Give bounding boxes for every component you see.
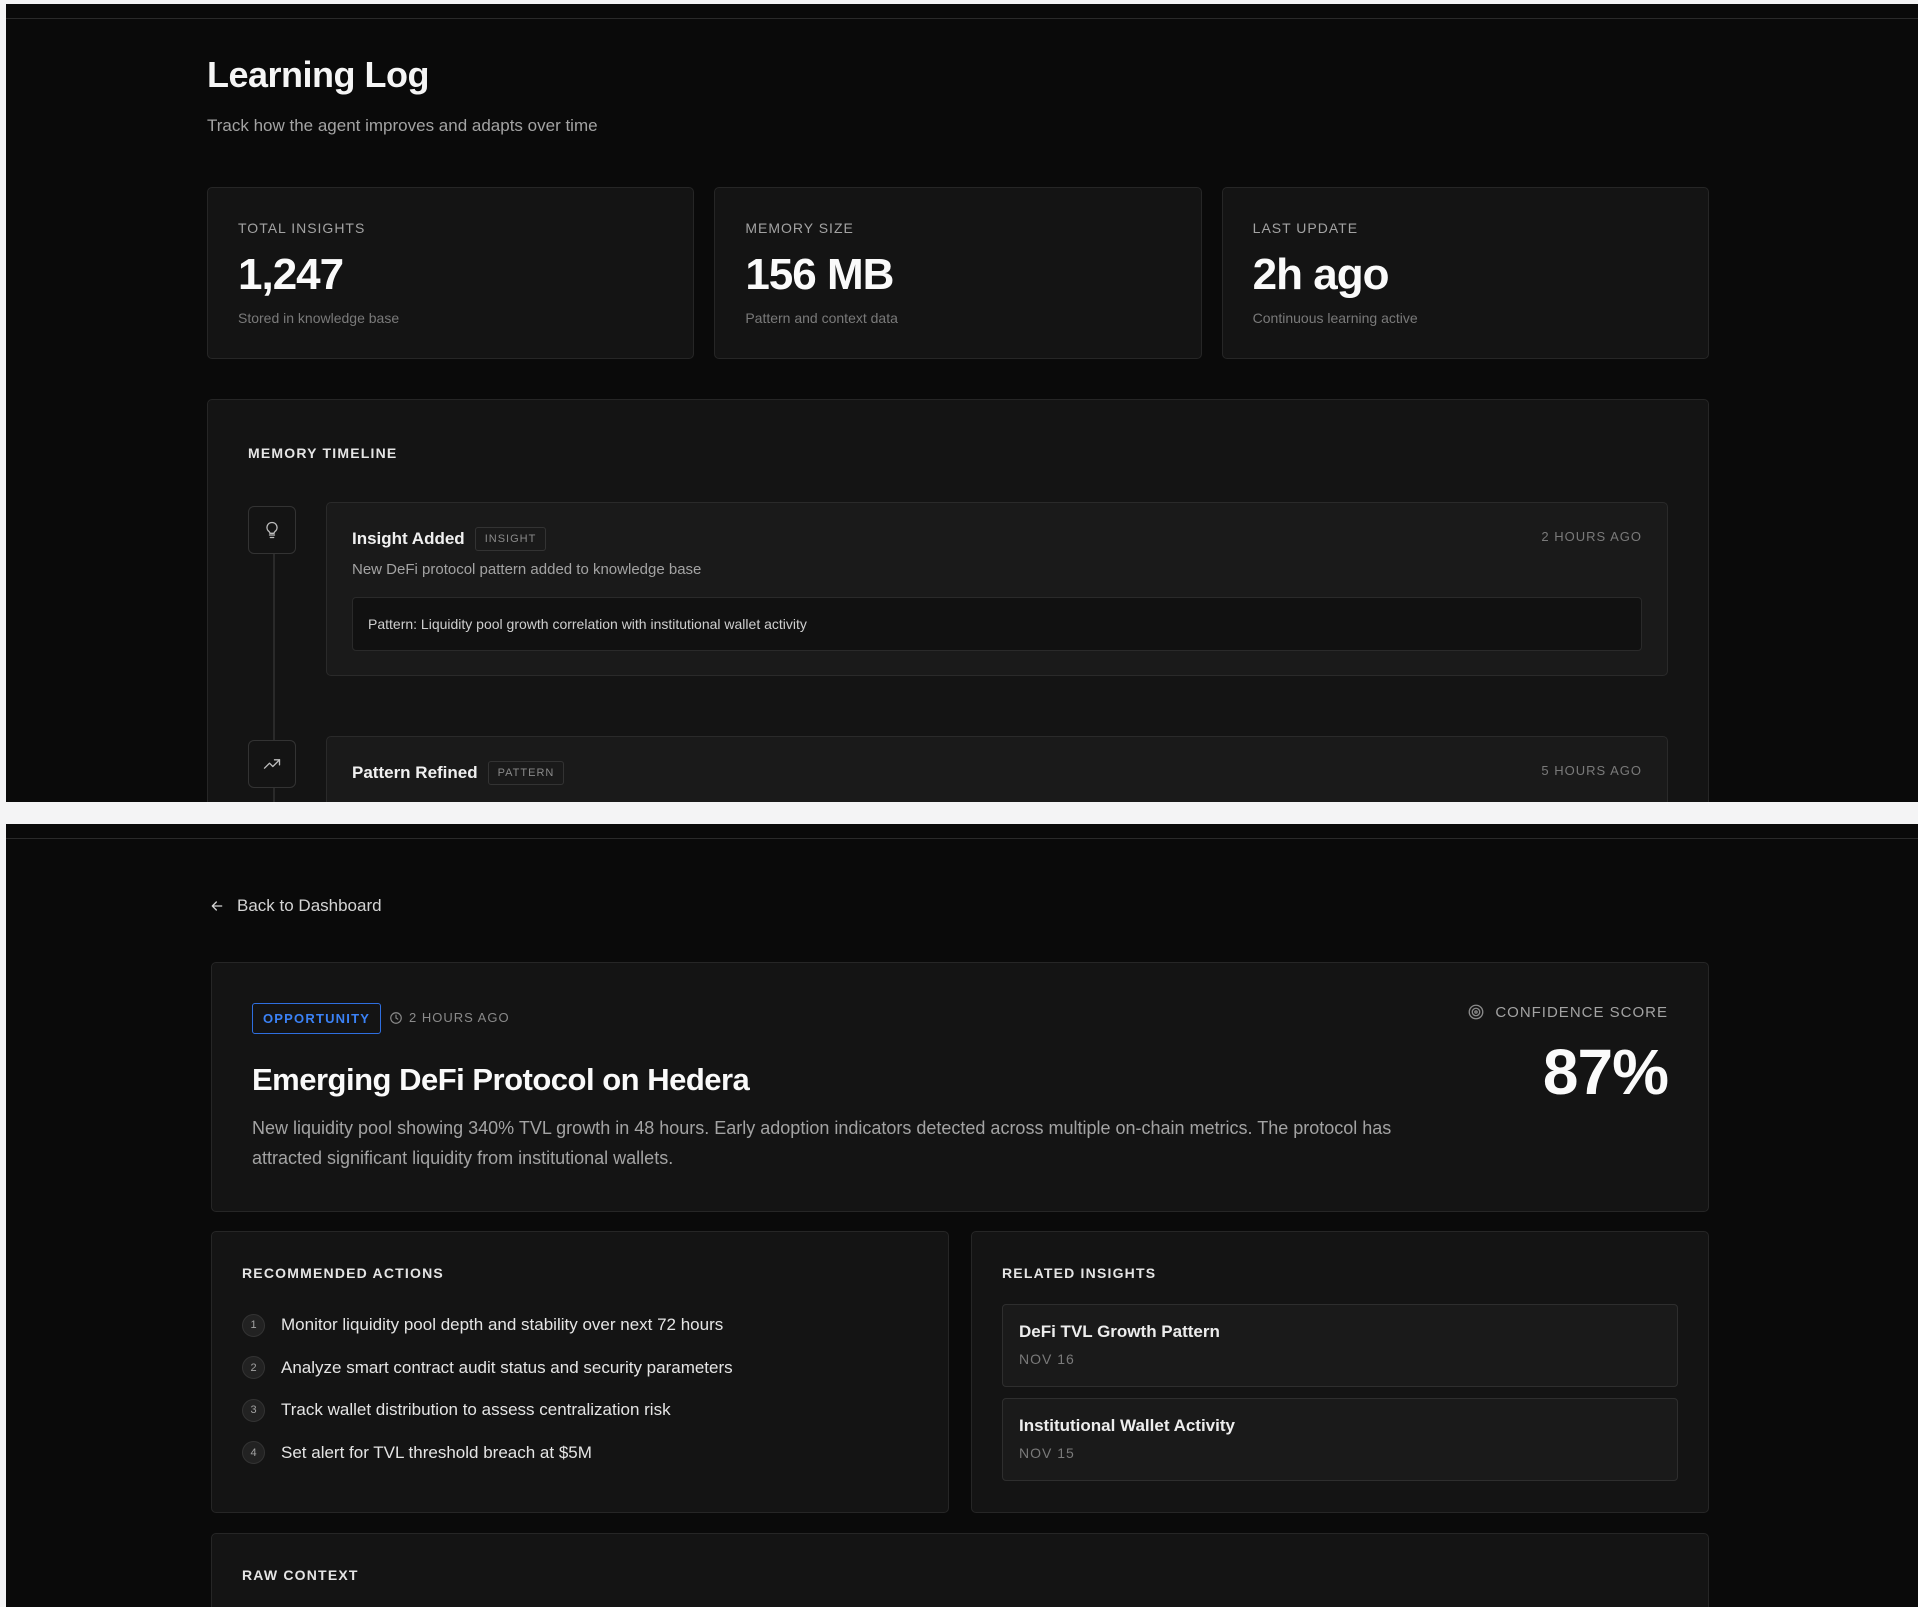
related-insight-title: Institutional Wallet Activity bbox=[1019, 1416, 1235, 1435]
clock-icon bbox=[390, 1011, 402, 1024]
step-number: 1 bbox=[242, 1313, 265, 1337]
stat-card-last-update: Last Update 2h ago Continuous learning a… bbox=[1221, 187, 1709, 359]
timeline-entry-title: Pattern Refined bbox=[352, 763, 478, 782]
stat-label: Memory Size bbox=[745, 220, 854, 236]
section-label-raw-context: Raw Context bbox=[242, 1567, 359, 1583]
list-item: 4 Set alert for TVL threshold breach at … bbox=[242, 1432, 918, 1475]
related-insights-card: Related Insights DeFi TVL Growth Pattern… bbox=[971, 1231, 1709, 1513]
timeline-entry-title: Insight Added bbox=[352, 529, 465, 548]
timeline-entry-description: New DeFi protocol pattern added to knowl… bbox=[352, 561, 702, 578]
timeline-entry-header: Insight Added Insight bbox=[352, 527, 547, 551]
section-label-memory-timeline: Memory Timeline bbox=[248, 445, 398, 461]
recommended-actions-list: 1 Monitor liquidity pool depth and stabi… bbox=[242, 1304, 918, 1474]
timeline-entry-tag: Insight bbox=[474, 527, 547, 551]
stat-caption: Stored in knowledge base bbox=[238, 310, 400, 326]
insight-time-text: 2 hours ago bbox=[409, 1010, 510, 1025]
action-text: Analyze smart contract audit status and … bbox=[281, 1357, 733, 1377]
stat-value: 1,247 bbox=[238, 250, 344, 299]
back-to-dashboard-link[interactable]: Back to Dashboard bbox=[209, 896, 382, 916]
action-text: Set alert for TVL threshold breach at $5… bbox=[281, 1442, 592, 1462]
stat-label: Total Insights bbox=[238, 220, 366, 236]
stat-value: 2h ago bbox=[1252, 250, 1390, 299]
timeline-entry-detail: Pattern: Liquidity pool growth correlati… bbox=[352, 597, 1642, 651]
list-item: 1 Monitor liquidity pool depth and stabi… bbox=[242, 1304, 918, 1347]
stat-caption: Continuous learning active bbox=[1252, 310, 1418, 326]
page-subtitle: Track how the agent improves and adapts … bbox=[207, 116, 598, 135]
timeline-entry-tag: Pattern bbox=[487, 761, 565, 785]
insight-timestamp: 2 hours ago bbox=[389, 1010, 510, 1025]
raw-context-card: Raw Context bbox=[211, 1533, 1709, 1607]
related-insight-item[interactable]: DeFi TVL Growth Pattern Nov 16 bbox=[1002, 1304, 1678, 1387]
confidence-score-label: Confidence Score bbox=[1467, 1003, 1668, 1021]
timeline-entry[interactable]: Pattern Refined Pattern 5 hours ago bbox=[326, 736, 1668, 802]
stat-card-memory-size: Memory Size 156 MB Pattern and context d… bbox=[714, 187, 1202, 359]
trending-up-icon bbox=[248, 740, 296, 788]
step-number: 2 bbox=[242, 1356, 265, 1380]
action-text: Track wallet distribution to assess cent… bbox=[281, 1400, 671, 1420]
related-insight-title: DeFi TVL Growth Pattern bbox=[1019, 1322, 1220, 1341]
page-title: Learning Log bbox=[207, 54, 430, 95]
section-label-recommended-actions: Recommended Actions bbox=[242, 1265, 444, 1281]
stats-row: Total Insights 1,247 Stored in knowledge… bbox=[207, 187, 1709, 359]
insight-detail-screen: Back to Dashboard Opportunity 2 hours ag… bbox=[6, 824, 1918, 1607]
list-item: 3 Track wallet distribution to assess ce… bbox=[242, 1389, 918, 1432]
list-item: 2 Analyze smart contract audit status an… bbox=[242, 1347, 918, 1390]
stat-label: Last Update bbox=[1252, 220, 1359, 236]
insight-title: Emerging DeFi Protocol on Hedera bbox=[252, 1062, 750, 1097]
action-text: Monitor liquidity pool depth and stabili… bbox=[281, 1315, 724, 1335]
timeline-entry-time: 5 hours ago bbox=[1541, 763, 1642, 778]
insight-detail-container: Back to Dashboard Opportunity 2 hours ag… bbox=[207, 824, 1709, 1607]
related-insight-item[interactable]: Institutional Wallet Activity Nov 15 bbox=[1002, 1398, 1678, 1481]
lightbulb-icon bbox=[248, 506, 296, 554]
category-badge: Opportunity bbox=[252, 1003, 382, 1034]
confidence-score-value: 87% bbox=[1542, 1036, 1669, 1108]
section-label-related-insights: Related Insights bbox=[1002, 1265, 1157, 1281]
back-link-label: Back to Dashboard bbox=[237, 896, 382, 915]
insight-description: New liquidity pool showing 340% TVL grow… bbox=[252, 1118, 1392, 1168]
timeline-entry[interactable]: Insight Added Insight 2 hours ago New De… bbox=[326, 502, 1668, 676]
timeline-entry-header: Pattern Refined Pattern bbox=[352, 761, 565, 785]
related-insight-date: Nov 16 bbox=[1019, 1351, 1075, 1367]
stat-card-total-insights: Total Insights 1,247 Stored in knowledge… bbox=[207, 187, 695, 359]
confidence-label-text: Confidence Score bbox=[1495, 1003, 1668, 1021]
insight-summary-card: Opportunity 2 hours ago Emerging DeFi Pr… bbox=[211, 962, 1709, 1212]
memory-timeline-card: Memory Timeline Insight Added Insight 2 … bbox=[207, 399, 1709, 802]
stat-value: 156 MB bbox=[745, 250, 894, 299]
step-number: 3 bbox=[242, 1398, 265, 1422]
recommended-actions-card: Recommended Actions 1 Monitor liquidity … bbox=[211, 1231, 949, 1513]
related-insight-date: Nov 15 bbox=[1019, 1445, 1075, 1461]
learning-log-container: Learning Log Track how the agent improve… bbox=[207, 4, 1709, 802]
target-icon bbox=[1468, 1004, 1484, 1020]
step-number: 4 bbox=[242, 1441, 265, 1465]
arrow-left-icon bbox=[211, 901, 223, 911]
learning-log-screen: Learning Log Track how the agent improve… bbox=[6, 4, 1918, 802]
stat-caption: Pattern and context data bbox=[745, 310, 898, 326]
timeline-entry-time: 2 hours ago bbox=[1541, 529, 1642, 544]
